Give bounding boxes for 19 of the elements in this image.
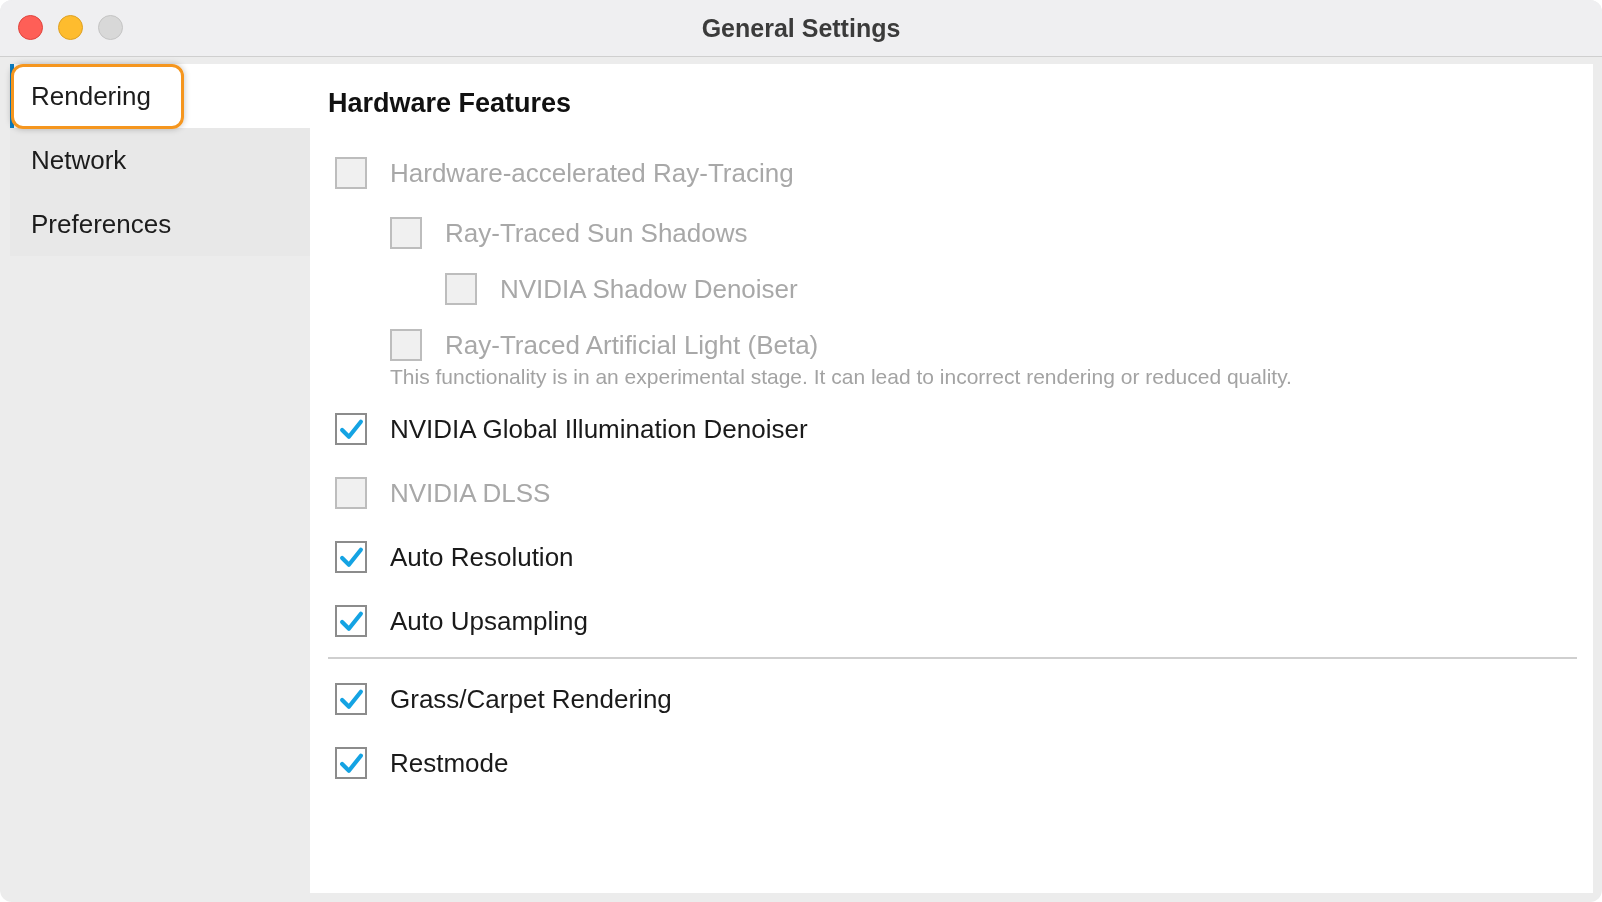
note-text: This functionality is in an experimental stage. It can lead to incorrect rendering or reduced quality. <box>390 365 1292 388</box>
sidebar-item[interactable]: Network <box>11 127 160 193</box>
sidebar-item[interactable]: Preferences <box>11 191 205 257</box>
checkbox-label[interactable]: Auto Upsampling <box>390 605 588 637</box>
checkbox-label[interactable]: Grass/Carpet Rendering <box>390 683 672 715</box>
checkbox[interactable] <box>335 541 367 573</box>
checkbox-label[interactable]: Restmode <box>390 747 509 779</box>
checkbox-label[interactable]: NVIDIA Global Illumination Denoiser <box>390 413 808 445</box>
close-icon[interactable] <box>18 15 43 40</box>
checkbox[interactable] <box>335 683 367 715</box>
checkbox[interactable] <box>335 413 367 445</box>
sidebar-item[interactable]: Rendering <box>11 63 184 129</box>
zoom-icon[interactable] <box>98 15 123 40</box>
window-title: General Settings <box>701 13 901 43</box>
minimize-icon[interactable] <box>58 15 83 40</box>
checkbox-label[interactable]: Auto Resolution <box>390 541 574 573</box>
section-heading: Hardware Features <box>328 88 573 119</box>
checkbox[interactable] <box>335 747 367 779</box>
checkbox[interactable] <box>335 605 367 637</box>
